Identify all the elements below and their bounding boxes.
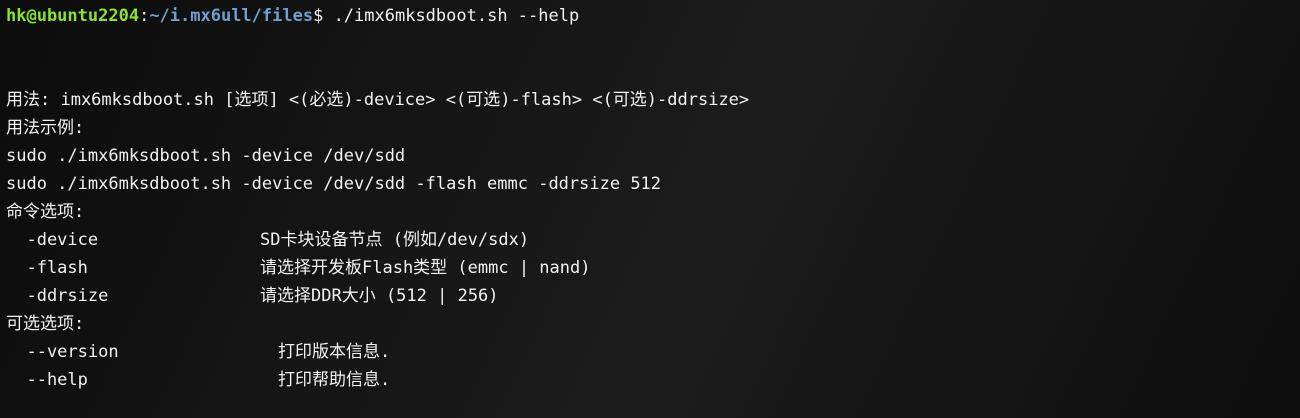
option-name: --version [6, 342, 119, 362]
prompt-path: ~/i.mx6ull/files [149, 6, 314, 26]
prompt-command: ./imx6mksdboot.sh --help [323, 6, 580, 26]
option-row-version: --version 打印版本信息. [6, 338, 1300, 366]
prompt-user-host: hk@ubuntu2204 [6, 6, 140, 26]
option-row-flash: -flash 请选择开发板Flash类型 (emmc | nand) [6, 254, 1300, 282]
prompt-colon: : [139, 6, 150, 26]
prompt-line: hk@ubuntu2204:~/i.mx6ull/files$ ./imx6mk… [6, 2, 1300, 30]
option-desc: 打印版本信息. [278, 342, 391, 362]
prompt-symbol: $ [313, 6, 324, 26]
option-name: --help [6, 370, 88, 390]
usage-line: 用法: imx6mksdboot.sh [选项] <(必选)-device> <… [6, 90, 750, 110]
terminal-window[interactable]: hk@ubuntu2204:~/i.mx6ull/files$ ./imx6mk… [0, 0, 1300, 418]
option-name: -flash [6, 258, 88, 278]
example-header: 用法示例: [6, 118, 85, 138]
option-desc: 请选择DDR大小 (512 | 256) [260, 286, 499, 306]
option-desc: 请选择开发板Flash类型 (emmc | nand) [260, 258, 591, 278]
option-row-device: -device SD卡块设备节点 (例如/dev/sdx) [6, 226, 1300, 254]
example-line-1: sudo ./imx6mksdboot.sh -device /dev/sdd [6, 146, 406, 166]
required-options-header: 命令选项: [6, 202, 85, 222]
option-row-help: --help 打印帮助信息. [6, 366, 1300, 394]
option-desc: 打印帮助信息. [278, 370, 391, 390]
option-name: -ddrsize [6, 286, 109, 306]
optional-options-header: 可选选项: [6, 314, 85, 334]
option-name: -device [6, 230, 99, 250]
option-desc: SD卡块设备节点 (例如/dev/sdx) [260, 230, 530, 250]
option-row-ddrsize: -ddrsize 请选择DDR大小 (512 | 256) [6, 282, 1300, 310]
example-line-2: sudo ./imx6mksdboot.sh -device /dev/sdd … [6, 174, 662, 194]
